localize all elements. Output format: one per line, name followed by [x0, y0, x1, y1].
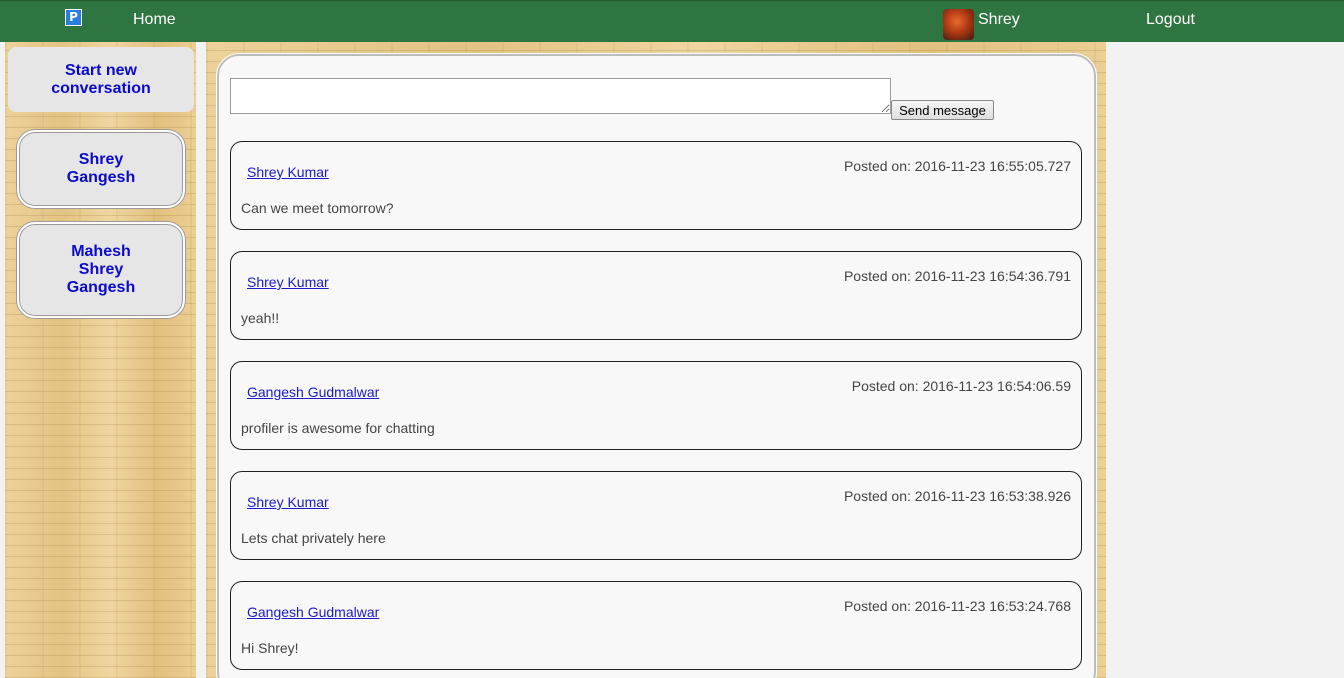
message-author-link[interactable]: Gangesh Gudmalwar [247, 604, 379, 620]
message-card: Shrey Kumar Posted on: 2016-11-23 16:53:… [230, 471, 1082, 560]
message-timestamp: Posted on: 2016-11-23 16:55:05.727 [843, 158, 1071, 174]
app-logo-icon[interactable]: P [65, 9, 82, 26]
conversation-sidebar: Start new conversation Shrey Gangesh Mah… [5, 42, 196, 678]
conversation-members: Shrey Gangesh [31, 138, 171, 200]
message-input[interactable] [230, 78, 891, 114]
conversation-item[interactable]: Mahesh Shrey Gangesh [17, 222, 185, 318]
message-card: Shrey Kumar Posted on: 2016-11-23 16:54:… [230, 251, 1082, 340]
sidebar-divider [196, 42, 206, 678]
message-author-link[interactable]: Shrey Kumar [247, 274, 329, 290]
message-author-link[interactable]: Shrey Kumar [247, 494, 329, 510]
message-timestamp: Posted on: 2016-11-23 16:53:24.768 [843, 598, 1071, 614]
message-text: Lets chat privately here [241, 530, 386, 546]
message-timestamp: Posted on: 2016-11-23 16:53:38.926 [843, 488, 1071, 504]
top-navbar: P Home Shrey Logout [0, 0, 1344, 42]
message-card: Gangesh Gudmalwar Posted on: 2016-11-23 … [230, 361, 1082, 450]
message-text: yeah!! [241, 310, 280, 326]
message-author-link[interactable]: Gangesh Gudmalwar [247, 384, 379, 400]
message-text: profiler is awesome for chatting [241, 420, 435, 436]
message-timestamp: Posted on: 2016-11-23 16:54:06.59 [851, 378, 1071, 394]
home-link[interactable]: Home [133, 11, 176, 29]
message-timestamp: Posted on: 2016-11-23 16:54:36.791 [843, 268, 1071, 284]
message-card: Shrey Kumar Posted on: 2016-11-23 16:55:… [230, 141, 1082, 230]
logout-link[interactable]: Logout [1146, 11, 1195, 29]
conversation-member: Shrey [78, 151, 124, 168]
message-text: Hi Shrey! [241, 640, 299, 656]
conversation-member: Gangesh [66, 279, 136, 296]
message-author-link[interactable]: Shrey Kumar [247, 164, 329, 180]
user-avatar[interactable] [943, 9, 974, 40]
message-card: Gangesh Gudmalwar Posted on: 2016-11-23 … [230, 581, 1082, 670]
conversation-item[interactable]: Shrey Gangesh [17, 130, 185, 208]
send-message-button[interactable]: Send message [891, 100, 994, 120]
conversation-member: Shrey [78, 261, 124, 278]
start-new-conversation-button[interactable]: Start new conversation [8, 47, 194, 112]
conversation-member: Mahesh [71, 243, 131, 260]
message-text: Can we meet tomorrow? [241, 200, 394, 216]
conversation-member: Gangesh [66, 169, 136, 186]
start-new-conversation-label: Start new conversation [51, 61, 151, 97]
conversation-members: Mahesh Shrey Gangesh [31, 230, 171, 310]
user-name-link[interactable]: Shrey [978, 11, 1020, 29]
